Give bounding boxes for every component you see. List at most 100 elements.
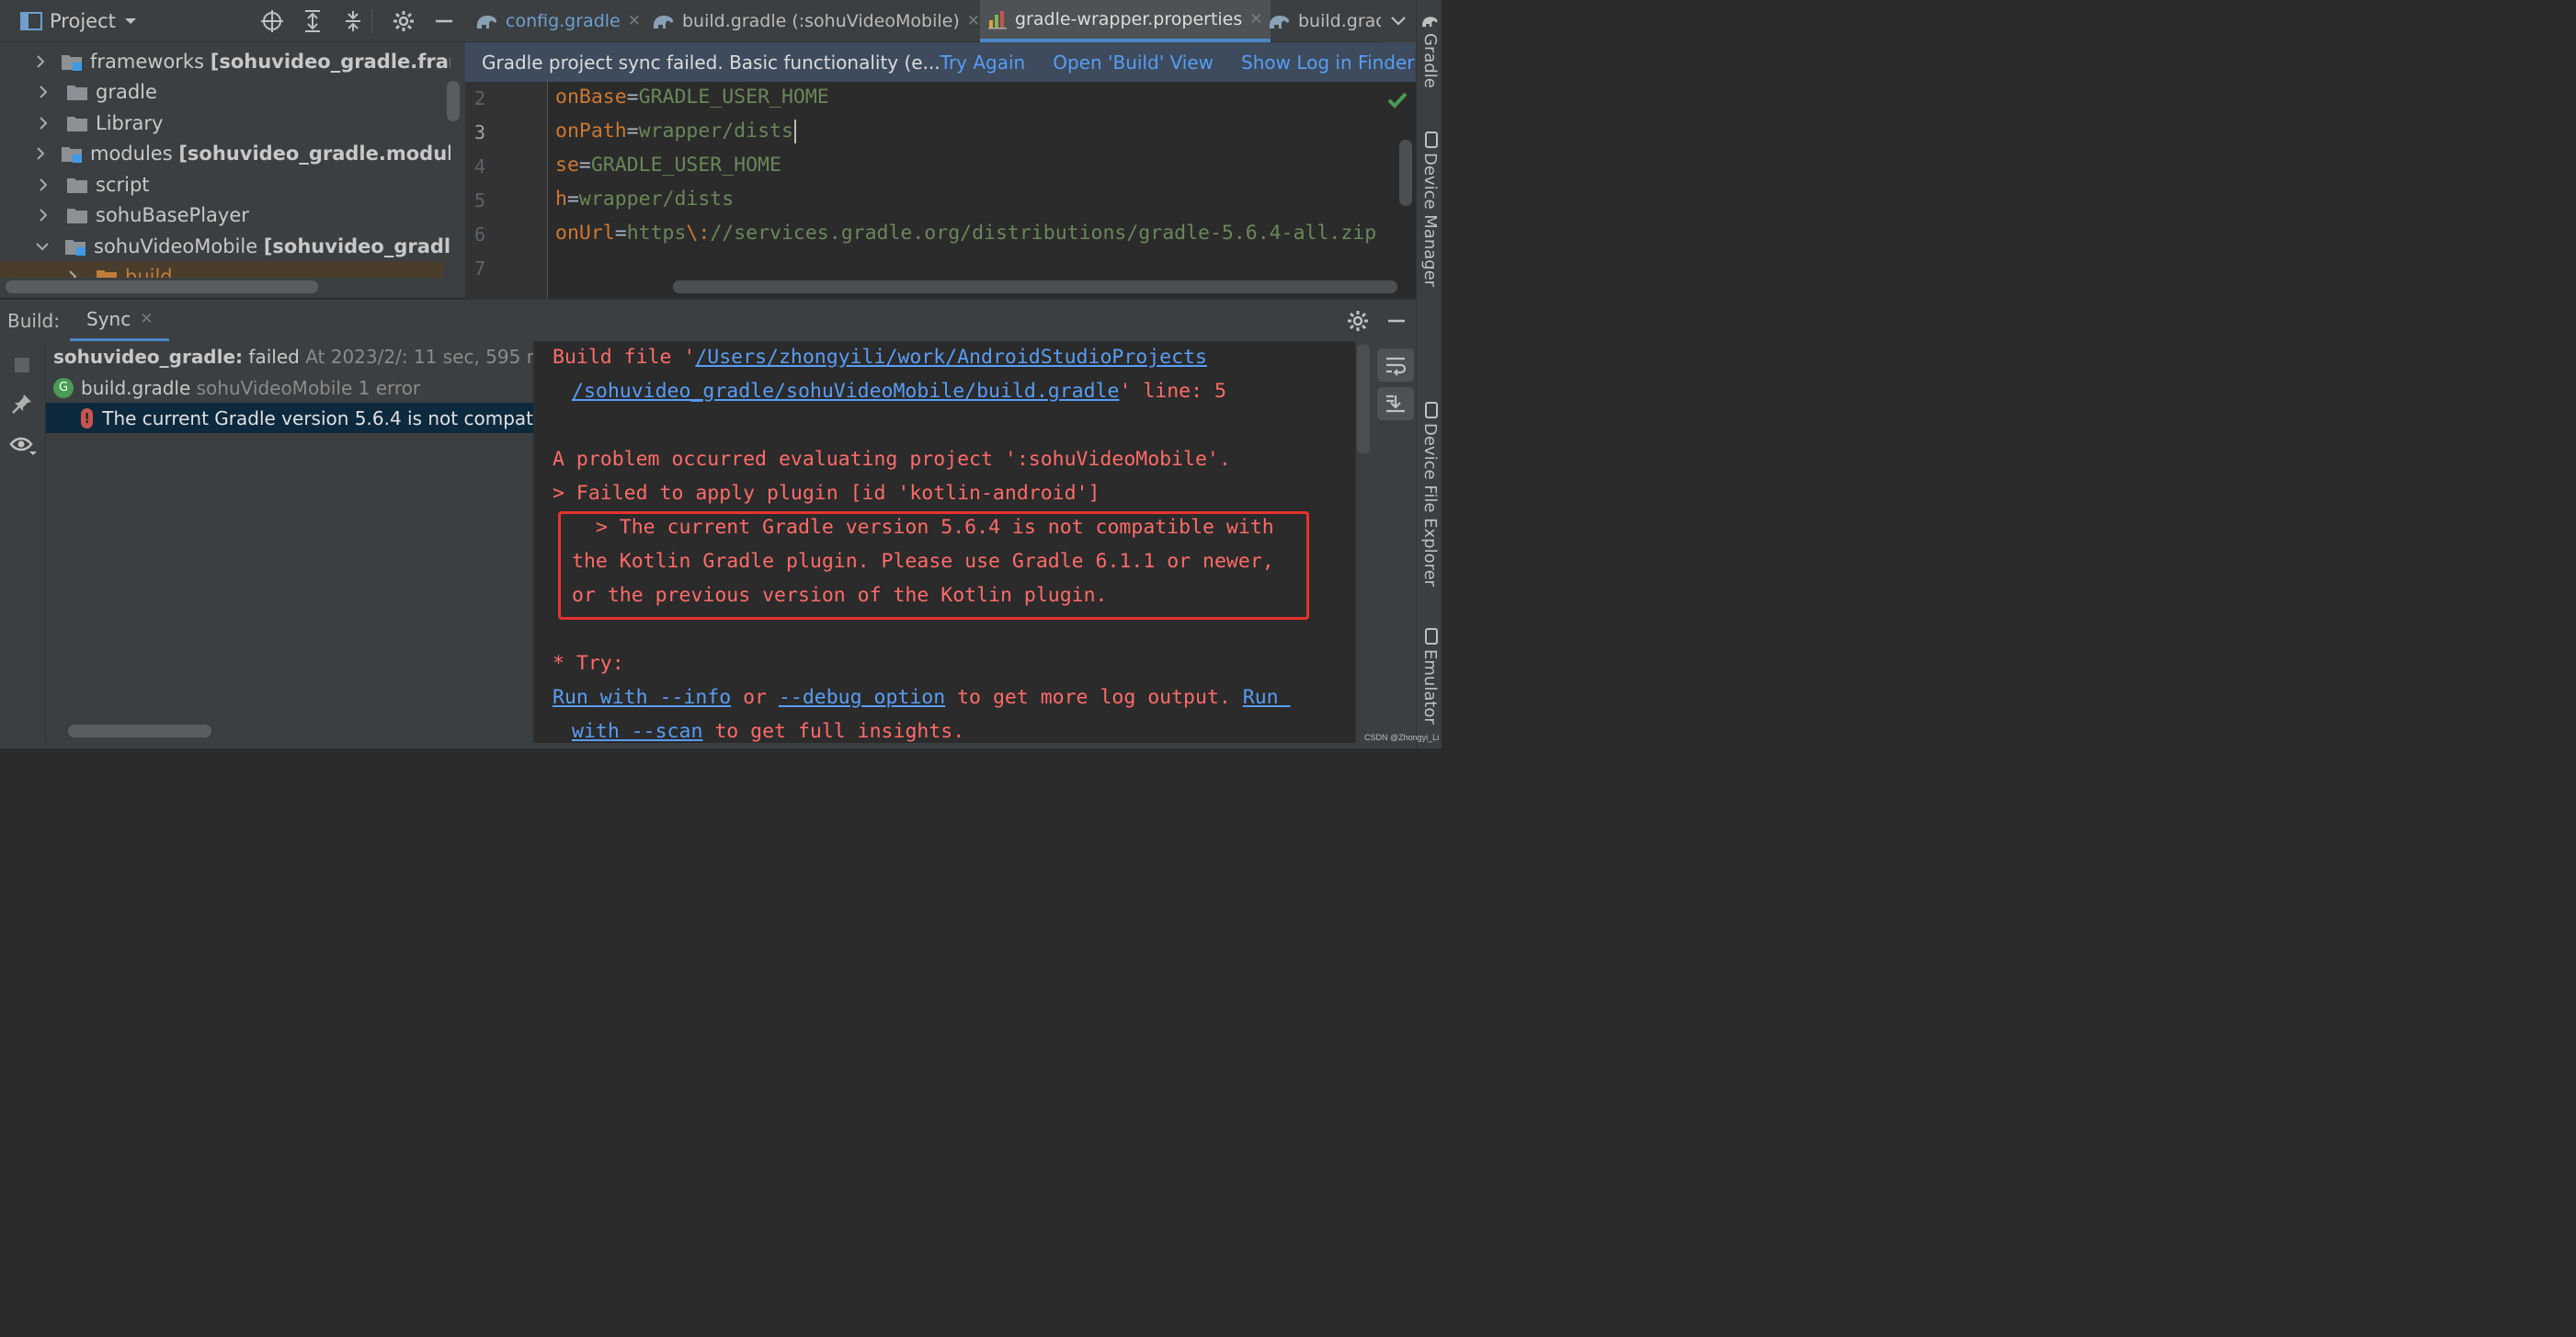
folder-icon <box>66 114 88 132</box>
console-line: Build file '/Users/zhongyili/work/Androi… <box>553 346 1207 369</box>
sync-failed-banner: Gradle project sync failed. Basic functi… <box>465 42 1416 82</box>
project-tree-horizontal-scrollbar[interactable] <box>6 280 318 293</box>
project-panel-header: Project <box>0 0 465 42</box>
code-line[interactable]: se=GRADLE_USER_HOME <box>555 154 781 177</box>
console-vertical-scrollbar[interactable] <box>1357 344 1370 454</box>
device-manager-tool-button[interactable]: Device Manager <box>1420 153 1440 287</box>
tab-sync[interactable]: Sync ✕ <box>70 300 170 342</box>
line-number: 3 <box>474 121 486 143</box>
console-line: A problem occurred evaluating project ':… <box>553 448 1231 471</box>
pin-icon[interactable] <box>11 393 33 418</box>
tab-config-gradle[interactable]: config.gradle ✕ <box>474 0 648 42</box>
tab-build-gradle-sohuvideomobile[interactable]: build.gradle (:sohuVideoMobile) ✕ <box>651 0 980 42</box>
tab-build-gradle[interactable]: build.grac <box>1267 0 1385 42</box>
editor-vertical-scrollbar[interactable] <box>1399 140 1412 206</box>
properties-file-icon <box>988 11 1007 29</box>
chevron-right-icon[interactable] <box>35 54 46 69</box>
tree-item-library[interactable]: Library <box>0 108 450 138</box>
chevron-right-icon[interactable] <box>35 85 51 99</box>
editor-horizontal-scrollbar[interactable] <box>673 280 1397 293</box>
tree-item-script[interactable]: script <box>0 169 450 200</box>
tree-item-build[interactable]: build <box>0 261 443 278</box>
show-log-link[interactable]: Show Log in Finder <box>1241 51 1415 74</box>
project-window-icon <box>20 11 42 30</box>
line-number: 2 <box>474 87 486 109</box>
editor-tab-bar: config.gradle ✕ build.gradle (:sohuVideo… <box>465 0 1416 42</box>
chevron-down-icon[interactable] <box>35 241 50 252</box>
chevron-right-icon[interactable] <box>35 208 51 223</box>
tree-item-sohubaseplayer[interactable]: sohuBasePlayer <box>0 200 450 230</box>
close-icon[interactable]: ✕ <box>967 12 980 30</box>
folder-icon <box>66 176 88 194</box>
build-side-toolbar <box>0 341 46 748</box>
device-file-explorer-tool-button[interactable]: Device File Explorer <box>1420 423 1440 587</box>
debug-option-link[interactable]: --debug option <box>779 686 945 709</box>
emulator-tool-button[interactable]: Emulator <box>1420 649 1440 725</box>
expand-all-icon[interactable] <box>300 0 325 42</box>
gradle-elephant-icon <box>1420 13 1439 33</box>
watermark: CSDN @Zhongyi_Li <box>1364 733 1440 742</box>
try-again-link[interactable]: Try Again <box>940 51 1026 74</box>
gradle-tool-button[interactable]: Gradle <box>1420 33 1440 88</box>
tab-gradle-wrapper-properties[interactable]: gradle-wrapper.properties ✕ <box>980 0 1271 42</box>
minimize-icon[interactable] <box>1386 311 1407 336</box>
console-line: > Failed to apply plugin [id 'kotlin-and… <box>553 482 1100 505</box>
build-label: Build: <box>7 309 60 332</box>
chevron-right-icon[interactable] <box>35 116 51 131</box>
chevron-right-icon[interactable] <box>35 146 46 161</box>
line-number: 7 <box>474 257 486 280</box>
tree-item-sohuvideomobile[interactable]: sohuVideoMobile [sohuvideo_gradle.s <box>0 231 450 261</box>
close-icon[interactable]: ✕ <box>1249 10 1262 29</box>
build-file-link[interactable]: /sohuvideo_gradle/sohuVideoMobile/build.… <box>572 380 1119 403</box>
code-line[interactable]: onBase=GRADLE_USER_HOME <box>555 86 829 109</box>
console-line: /sohuvideo_gradle/sohuVideoMobile/build.… <box>572 380 1226 403</box>
project-view-selector[interactable]: Project <box>0 10 138 32</box>
tree-item-modules[interactable]: modules [sohuvideo_gradle.modules] <box>0 138 450 168</box>
status-strip <box>0 743 1416 748</box>
module-folder-icon <box>61 52 83 71</box>
console-line: * Try: <box>553 652 624 675</box>
minimize-icon[interactable] <box>434 0 454 42</box>
close-icon[interactable]: ✕ <box>628 12 641 30</box>
code-line[interactable]: h=wrapper/dists <box>555 188 734 211</box>
project-tree-vertical-scrollbar[interactable] <box>447 81 460 121</box>
project-title: Project <box>50 9 116 32</box>
folder-icon <box>66 83 88 101</box>
scroll-to-end-icon[interactable] <box>1377 387 1414 420</box>
eye-icon[interactable] <box>9 435 37 461</box>
gear-icon[interactable] <box>392 0 416 42</box>
run-scan-link[interactable]: with --scan <box>572 720 702 743</box>
device-icon <box>1424 401 1439 423</box>
chevron-right-icon[interactable] <box>64 269 81 278</box>
soft-wrap-icon[interactable] <box>1377 349 1414 382</box>
build-tree-horizontal-scrollbar[interactable] <box>68 725 211 737</box>
tree-item-frameworks[interactable]: frameworks [sohuvideo_gradle.frame <box>0 46 450 76</box>
locate-icon[interactable] <box>259 0 285 42</box>
gradle-elephant-icon <box>653 16 673 29</box>
code-line[interactable]: onUrl=https\://services.gradle.org/distr… <box>555 222 1376 245</box>
line-number: 4 <box>474 155 486 177</box>
chevron-right-icon[interactable] <box>35 177 51 192</box>
tab-list-chevron-icon[interactable] <box>1381 0 1416 42</box>
run-scan-link[interactable]: Run <box>1243 686 1291 709</box>
build-root-item[interactable]: sohuvideo_gradle: failed At 2023/2/: 11 … <box>46 341 533 371</box>
check-icon[interactable] <box>1386 90 1408 114</box>
open-build-view-link[interactable]: Open 'Build' View <box>1053 51 1214 74</box>
stop-icon[interactable] <box>13 356 31 378</box>
code-line-current[interactable]: onPath=wrapper/dists <box>555 120 796 143</box>
close-icon[interactable]: ✕ <box>140 310 153 328</box>
collapse-all-icon[interactable] <box>340 0 366 42</box>
folder-icon <box>66 206 88 224</box>
build-error-item[interactable]: ! The current Gradle version 5.6.4 is no… <box>46 403 533 433</box>
build-tool-header: Build: Sync ✕ <box>0 299 1416 342</box>
emulator-icon <box>1424 627 1439 649</box>
gear-icon[interactable] <box>1346 309 1370 337</box>
gradle-file-icon: G <box>53 377 74 398</box>
build-file-item[interactable]: G build.gradle sohuVideoMobile 1 error <box>46 372 533 403</box>
tree-item-gradle[interactable]: gradle <box>0 76 450 107</box>
project-tree: frameworks [sohuvideo_gradle.frame gradl… <box>0 42 465 278</box>
build-file-link[interactable]: /Users/zhongyili/work/AndroidStudioProje… <box>695 346 1207 369</box>
gradle-elephant-icon <box>1269 16 1289 29</box>
run-info-link[interactable]: Run with --info <box>553 686 731 709</box>
line-number: 5 <box>474 189 486 211</box>
